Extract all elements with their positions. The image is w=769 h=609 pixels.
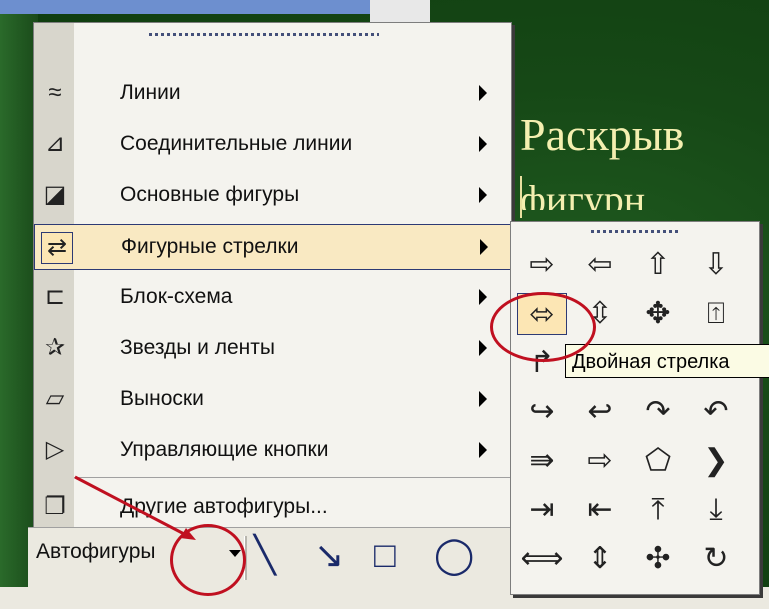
annotation-arrow — [74, 475, 196, 540]
